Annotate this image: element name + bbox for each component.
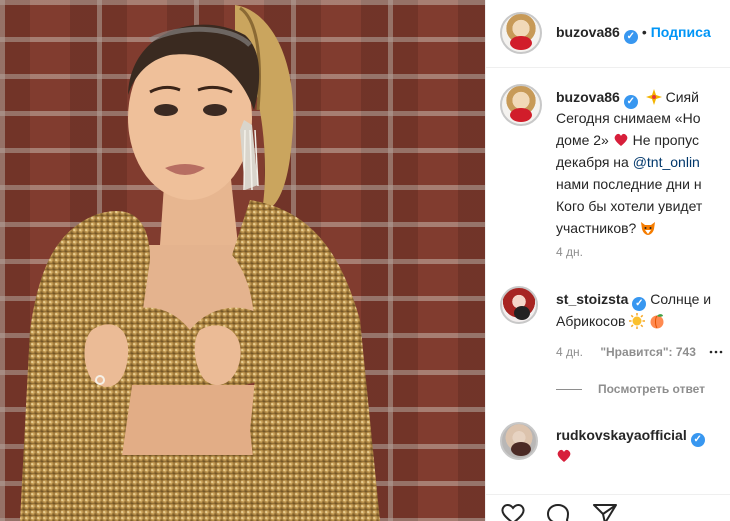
caption-text-3: доме 2»: [556, 132, 609, 148]
post-photo[interactable]: [0, 0, 485, 521]
follow-button[interactable]: Подписа: [651, 24, 711, 40]
post-header: buzova86 ✓ • Подписа: [486, 0, 730, 68]
caption-time[interactable]: 4 дн.: [556, 245, 583, 259]
heart-emoji-icon: [557, 449, 571, 462]
comment-1-time[interactable]: 4 дн.: [556, 345, 583, 359]
peach-emoji-icon: [650, 314, 664, 329]
comment-1-line-2: Абрикосов: [556, 310, 665, 332]
comment-1-likes[interactable]: "Нравится": 743: [600, 345, 696, 359]
comment-1-username[interactable]: st_stoizsta: [556, 291, 628, 307]
caption-text-1: Сияй: [665, 89, 699, 105]
more-options-icon[interactable]: [709, 346, 723, 358]
caption-line-6: Кого бы хотели увидет: [556, 198, 703, 214]
sparkle-emoji-icon: [645, 89, 662, 105]
verified-badge-icon: ✓: [690, 433, 705, 447]
comment-icon[interactable]: [546, 503, 570, 521]
author-username[interactable]: buzova86: [556, 24, 620, 40]
comment-1-text-2: Абрикосов: [556, 313, 626, 329]
comment-2-line-1: rudkovskayaofficial ✓: [556, 424, 705, 447]
caption-line-3: доме 2» Не пропус: [556, 129, 699, 151]
caption-line-1: buzova86 ✓ Сияй: [556, 86, 699, 109]
reply-divider: [556, 389, 582, 391]
share-icon[interactable]: [592, 503, 618, 521]
separator-dot: •: [641, 24, 647, 40]
post-details-panel: buzova86 ✓ • Подписа buzova86 ✓ Сияй Сегодня…: [485, 0, 730, 521]
mention-link[interactable]: @tnt_onlin: [633, 154, 700, 170]
like-icon[interactable]: [500, 503, 526, 521]
caption-username[interactable]: buzova86: [556, 89, 620, 105]
author-avatar[interactable]: [500, 12, 542, 54]
sun-emoji-icon: [629, 313, 646, 329]
comment-2-line-2: [556, 448, 572, 464]
caption-author-avatar[interactable]: [500, 84, 542, 126]
fox-emoji-icon: [641, 222, 656, 235]
caption-line-4: декабря на @tnt_onlin: [556, 151, 700, 173]
caption-text-3b: Не пропус: [632, 132, 699, 148]
comment-1-meta: 4 дн. "Нравится": 743: [556, 345, 723, 359]
caption-text-4: декабря на: [556, 154, 633, 170]
comment-1-line-1: st_stoizsta ✓ Солнце и: [556, 288, 711, 311]
commenter-avatar[interactable]: [500, 422, 538, 460]
post-actions-bar: [486, 494, 730, 521]
view-replies[interactable]: Посмотреть ответ: [556, 382, 705, 396]
caption-line-2: Сегодня снимаем «Но: [556, 110, 701, 126]
commenter-avatar[interactable]: [500, 286, 538, 324]
view-replies-label[interactable]: Посмотреть ответ: [598, 382, 705, 396]
caption-line-5: нами последние дни н: [556, 176, 702, 192]
heart-emoji-icon: [614, 133, 628, 146]
comment-1-text: Солнце и: [650, 291, 712, 307]
verified-badge-icon: ✓: [623, 30, 638, 44]
verified-badge-icon: ✓: [632, 297, 647, 311]
caption-text-7: участников?: [556, 220, 637, 236]
comment-2-username[interactable]: rudkovskayaofficial: [556, 427, 687, 443]
header-author-row: buzova86 ✓ • Подписа: [556, 24, 711, 44]
woman-in-gold-suit-illustration: [20, 5, 380, 521]
caption-line-7: участников?: [556, 217, 656, 239]
